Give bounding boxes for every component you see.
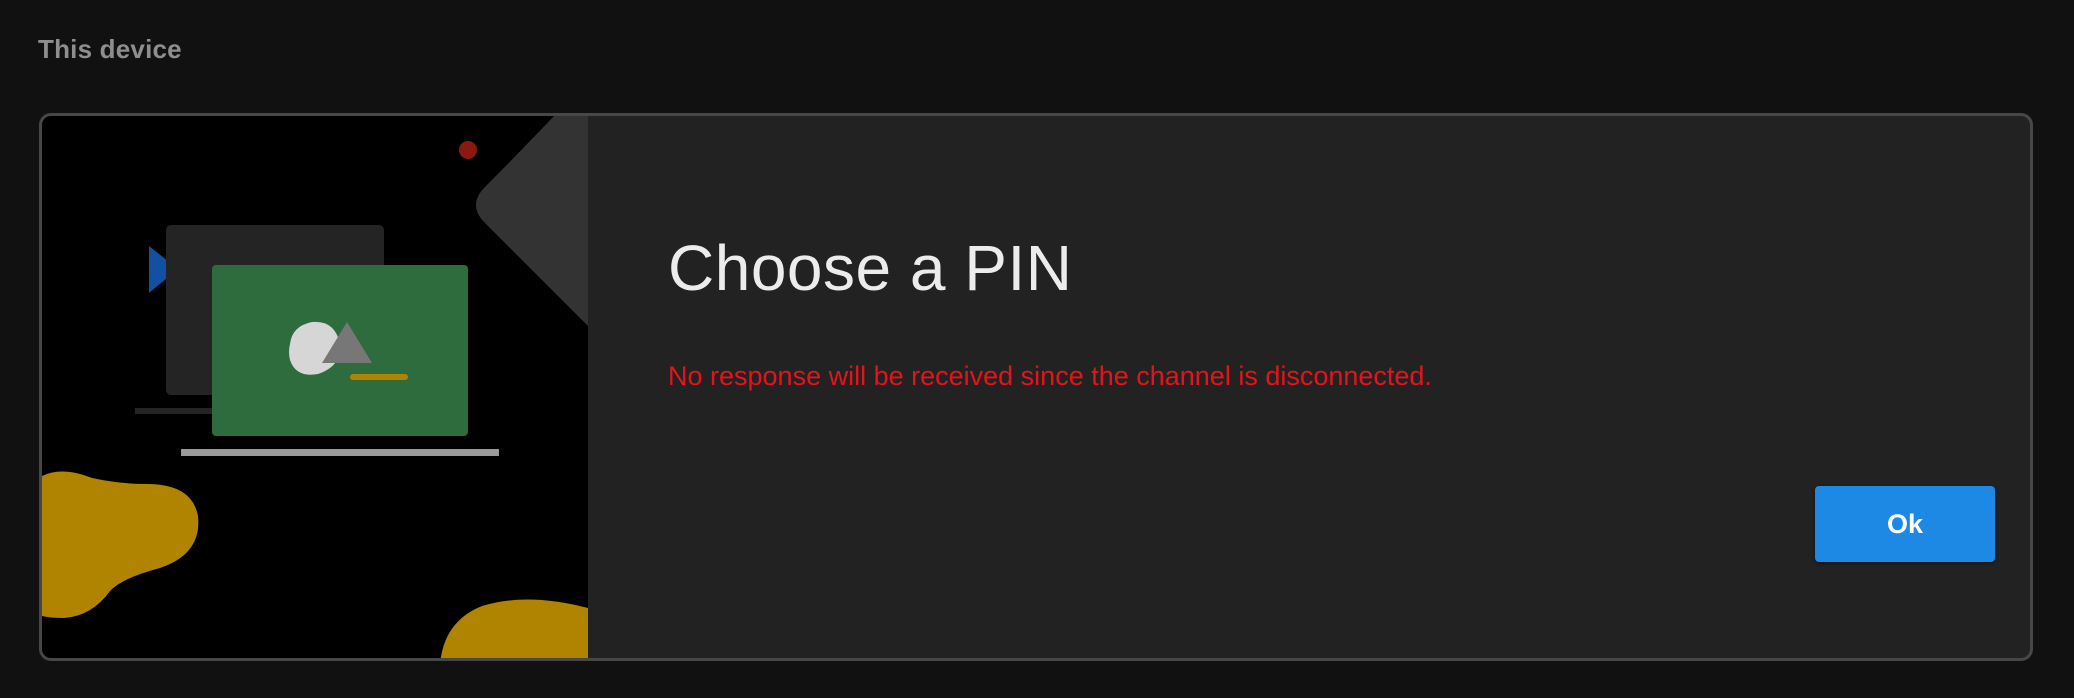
laptop-base [181, 449, 499, 456]
red-dot [459, 141, 477, 159]
device-illustration [42, 116, 588, 658]
computer-illustration-icon [42, 116, 588, 658]
error-message: No response will be received since the c… [668, 361, 1432, 391]
ok-button[interactable]: Ok [1815, 486, 1995, 562]
section-label: This device [38, 34, 182, 64]
pin-dialog-card: Choose a PIN No response will be receive… [39, 113, 2033, 661]
dialog-content: Choose a PIN No response will be receive… [588, 116, 2030, 658]
dialog-title: Choose a PIN [668, 232, 1073, 304]
